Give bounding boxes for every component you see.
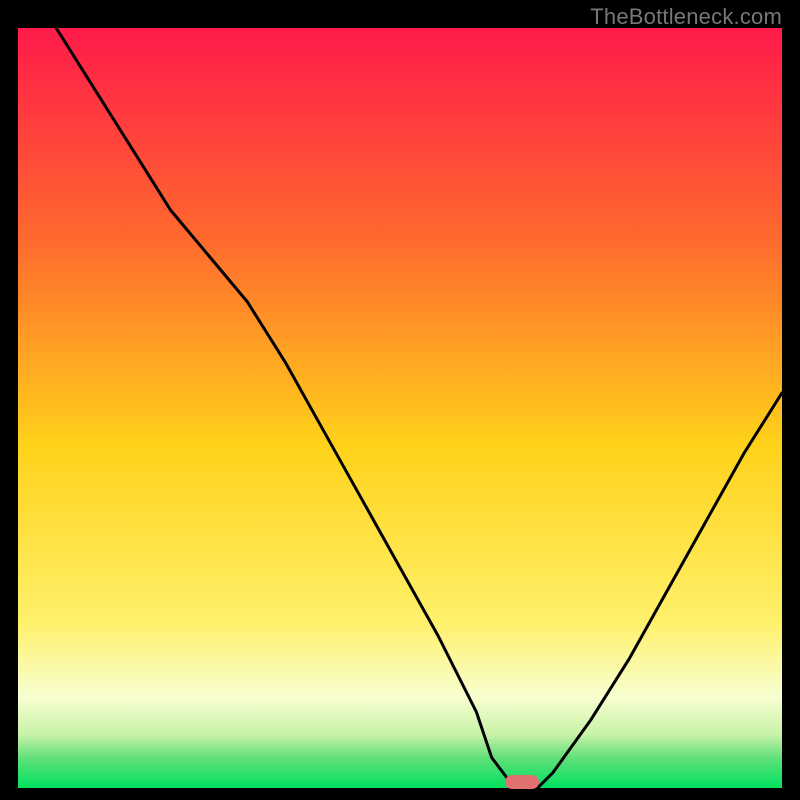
bottleneck-chart — [18, 28, 782, 788]
watermark-text: TheBottleneck.com — [590, 4, 782, 30]
chart-frame — [18, 28, 782, 788]
optimum-marker — [505, 775, 539, 789]
gradient-background — [18, 28, 782, 788]
